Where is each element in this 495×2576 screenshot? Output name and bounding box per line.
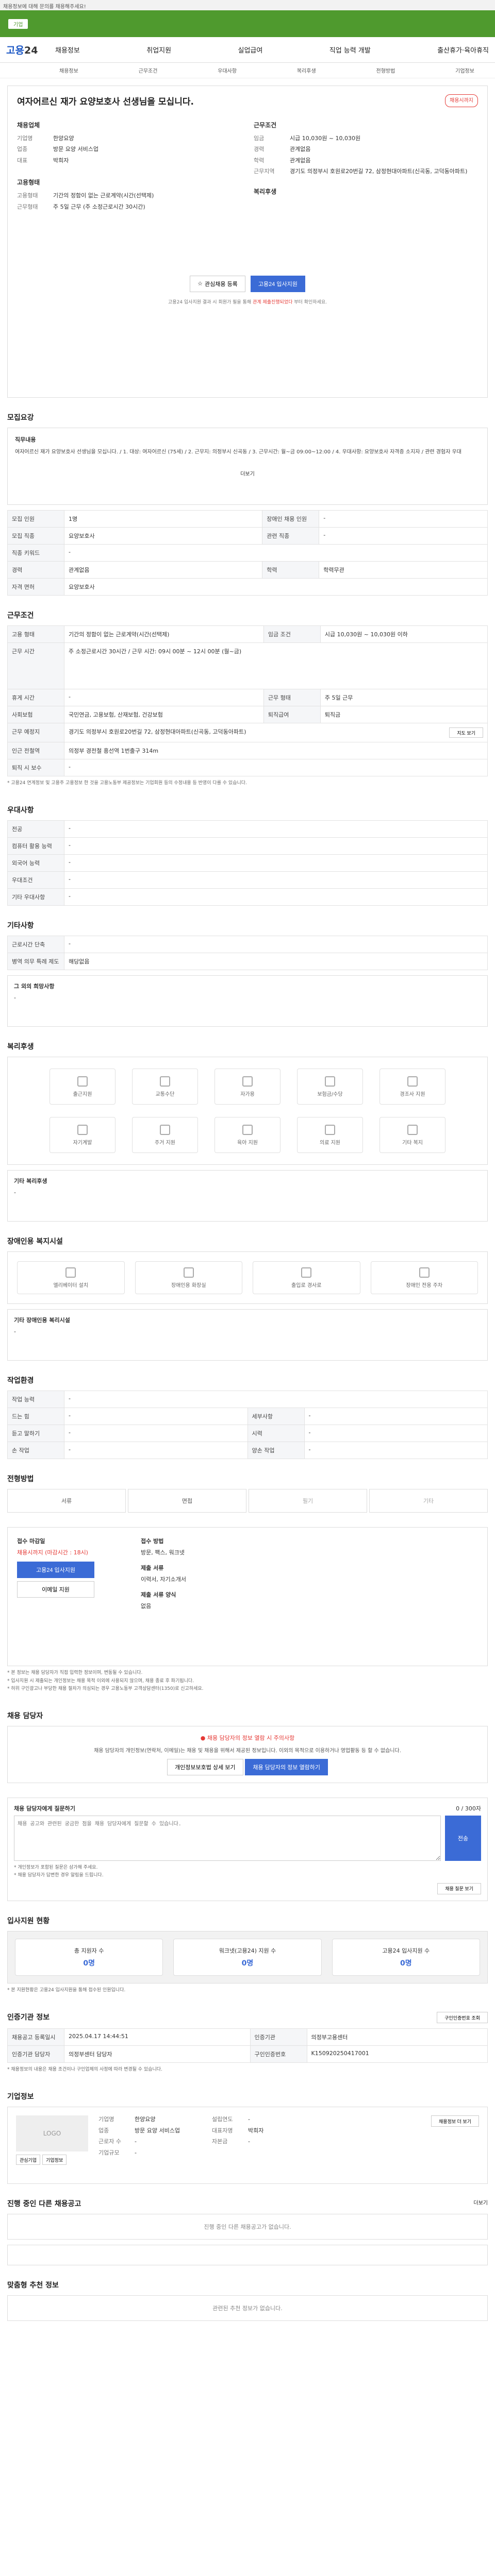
star-icon: ☆ <box>197 281 203 287</box>
apply-section: 접수 마감일 채용시까지 (마감시간 : 18시) 고용24 입사지원 이메일 … <box>7 1527 488 1696</box>
tab-pref[interactable]: 우대사항 <box>218 66 237 74</box>
step-interview: 면접 <box>128 1489 246 1513</box>
welfare-section: 복리후생 출근지원 교통수단 자가용 보험금/수당 경조사 지원 자기계발 주거… <box>7 1041 488 1222</box>
tab-work[interactable]: 근무조건 <box>139 66 158 74</box>
other-section: 기타사항 근로시간 단축 - 병역 의무 특례 제도 해당없음 그 외의 희망사항 … <box>7 920 488 1027</box>
money-icon: 보험금/수당 <box>297 1069 363 1105</box>
process-section: 전형방법 서류 면접 필기 기타 <box>7 1473 488 1513</box>
job-title: 여자어르신 재가 요양보호사 선생님을 모십니다. <box>17 97 194 107</box>
banner-pill[interactable]: 기업 <box>8 19 28 29</box>
question-input[interactable] <box>14 1816 441 1861</box>
gift-icon: 경조사 지원 <box>380 1069 446 1105</box>
favorite-button[interactable]: ☆ 관심채용 등록 <box>190 275 245 292</box>
pref-section: 우대사항 전공 - 컴퓨터 활용 능력 - 외국어 능력 - 우대조건 - 기타 우대사… <box>7 805 488 906</box>
deadline-badge: 채용시까지 <box>445 94 478 107</box>
privacy-detail-button[interactable]: 개인정보보호법 상세 보기 <box>167 1759 243 1776</box>
view-contact-button[interactable]: 채용 담당자의 정보 열람하기 <box>245 1759 328 1776</box>
elevator-icon: 엘리베이터 설치 <box>17 1261 125 1295</box>
section-tabs: 채용정보 근무조건 우대사항 복리후생 전형방법 기업정보 <box>0 63 495 78</box>
work-section: 근무조건 고용 형태 기간의 정함이 없는 근로계약(시간(선택제) 임금 조건 시급… <box>7 610 488 790</box>
step-other: 기타 <box>369 1489 488 1513</box>
apply-button[interactable]: 고용24 입사지원 <box>250 275 305 292</box>
company-info-button[interactable]: 기업정보 <box>42 2155 67 2165</box>
more-jobs-button[interactable]: 채용정보 더 보기 <box>431 2115 479 2127</box>
company-logo: LOGO <box>16 2115 88 2152</box>
ramp-icon: 출입로 경사로 <box>253 1261 360 1295</box>
tab-recruit[interactable]: 채용정보 <box>59 66 78 74</box>
bus-icon: 교통수단 <box>132 1069 198 1105</box>
company-name[interactable]: 한양요양 <box>53 134 74 142</box>
parking-icon: 장애인 전용 주차 <box>370 1261 478 1295</box>
gnb-item[interactable]: 출산휴가·육아휴직 <box>437 45 489 55</box>
deadline-text: 채용시까지 (마감시간 : 18시) <box>17 1549 88 1556</box>
disability-section: 장애인용 복지시설 엘리베이터 설치 장애인용 화장실 출입로 경사로 장애인 … <box>7 1236 488 1361</box>
house-icon: 주거 지원 <box>132 1117 198 1154</box>
recruit-section: 모집요강 직무내용 여자어르신 재가 요양보호사 선생님을 모십니다. / 1.… <box>7 412 488 596</box>
similar-section: 맞춤형 추천 정보 관련된 추천 정보가 없습니다. <box>7 2280 488 2321</box>
meta-section: 인증기관 정보 구인인증번호 조회 채용공고 등록일시 2025.04.17 14:… <box>7 2012 488 2077</box>
tab-welfare[interactable]: 복리후생 <box>297 66 316 74</box>
gnb-item[interactable]: 취업지원 <box>146 45 171 55</box>
tab-company[interactable]: 기업정보 <box>455 66 474 74</box>
send-button[interactable]: 전송 <box>445 1816 481 1861</box>
meal-icon: 출근지원 <box>50 1069 116 1105</box>
gnb-item[interactable]: 직업 능력 개발 <box>329 45 371 55</box>
child-icon: 육아 지원 <box>214 1117 280 1154</box>
more-link[interactable]: 더보기 <box>473 2198 488 2209</box>
job-description: 여자어르신 재가 요양보호사 선생님을 모십니다. / 1. 대상: 여자어르신… <box>15 449 461 455</box>
cond-heading: 근무조건 <box>254 122 277 129</box>
email-apply-button[interactable]: 이메일 지원 <box>17 1581 94 1598</box>
more-button[interactable]: 더보기 <box>15 469 480 477</box>
apply-note: 고용24 입사지원 결과 시 회원가 필을 통해 관계 제출진행되었다 부터 확… <box>168 299 327 305</box>
env-section: 작업환경 작업 능력 - 드는 힘 - 세부사항 - 듣고 말하기 - 시력 - 손 작업 - 양… <box>7 1375 488 1460</box>
apply-button-2[interactable]: 고용24 입사지원 <box>17 1562 94 1579</box>
site-logo[interactable]: 고용24 <box>6 43 55 57</box>
step-document: 서류 <box>7 1489 126 1513</box>
study-icon: 자기계발 <box>50 1117 116 1154</box>
company-section: 기업정보 LOGO 관심기업 기업정보 기업명 한양요양 설립연도 - 업종 방문 요양… <box>7 2091 488 2184</box>
gnb-item[interactable]: 채용정보 <box>55 45 80 55</box>
map-button[interactable]: 지도 보기 <box>449 727 483 738</box>
etc-icon: 기타 복지 <box>380 1117 446 1154</box>
job-summary: 여자어르신 재가 요양보호사 선생님을 모십니다. 채용시까지 채용업체 기업명… <box>7 86 488 398</box>
company-jobs-section: 진행 중인 다른 채용공고 더보기 진행 중인 다른 채용공고가 없습니다. <box>7 2198 488 2266</box>
fav-company-button[interactable]: 관심기업 <box>16 2155 41 2165</box>
char-count: 0 / 300자 <box>456 1805 481 1812</box>
hire-heading: 고용형태 <box>17 179 40 187</box>
view-questions-button[interactable]: 채용 질문 보기 <box>437 1883 481 1894</box>
warning-icon: ● <box>200 1735 206 1742</box>
inquiry-section: 채용 담당자에게 질문하기0 / 300자 전송 * 개인정보가 포함된 질문은… <box>7 1798 488 1901</box>
company-heading: 채용업체 <box>17 122 40 129</box>
welfare-heading: 복리후생 <box>254 188 277 195</box>
top-note: 채용정보에 대해 문의를 채용해주세요! <box>0 0 495 10</box>
tab-process[interactable]: 전형방법 <box>376 66 395 74</box>
car-icon: 자가용 <box>214 1069 280 1105</box>
stats-section: 입사지원 현황 총 지원자 수 0명 워크넷(고용24) 지원 수 0명 고용24 … <box>7 1916 488 1997</box>
contact-section: 채용 담당자 ● 채용 담당자의 정보 열람 시 주의사항 채용 담당자의 개인… <box>7 1710 488 1784</box>
global-nav: 고용24 채용정보 취업지원 실업급여 직업 능력 개발 출산휴가·육아휴직 <box>0 37 495 63</box>
medical-icon: 의료 지원 <box>297 1117 363 1154</box>
restroom-icon: 장애인용 화장실 <box>135 1261 242 1295</box>
step-written: 필기 <box>249 1489 367 1513</box>
cert-lookup-button[interactable]: 구인인증번호 조회 <box>437 2012 488 2024</box>
top-banner: 기업 <box>0 10 495 37</box>
gnb-item[interactable]: 실업급여 <box>238 45 263 55</box>
